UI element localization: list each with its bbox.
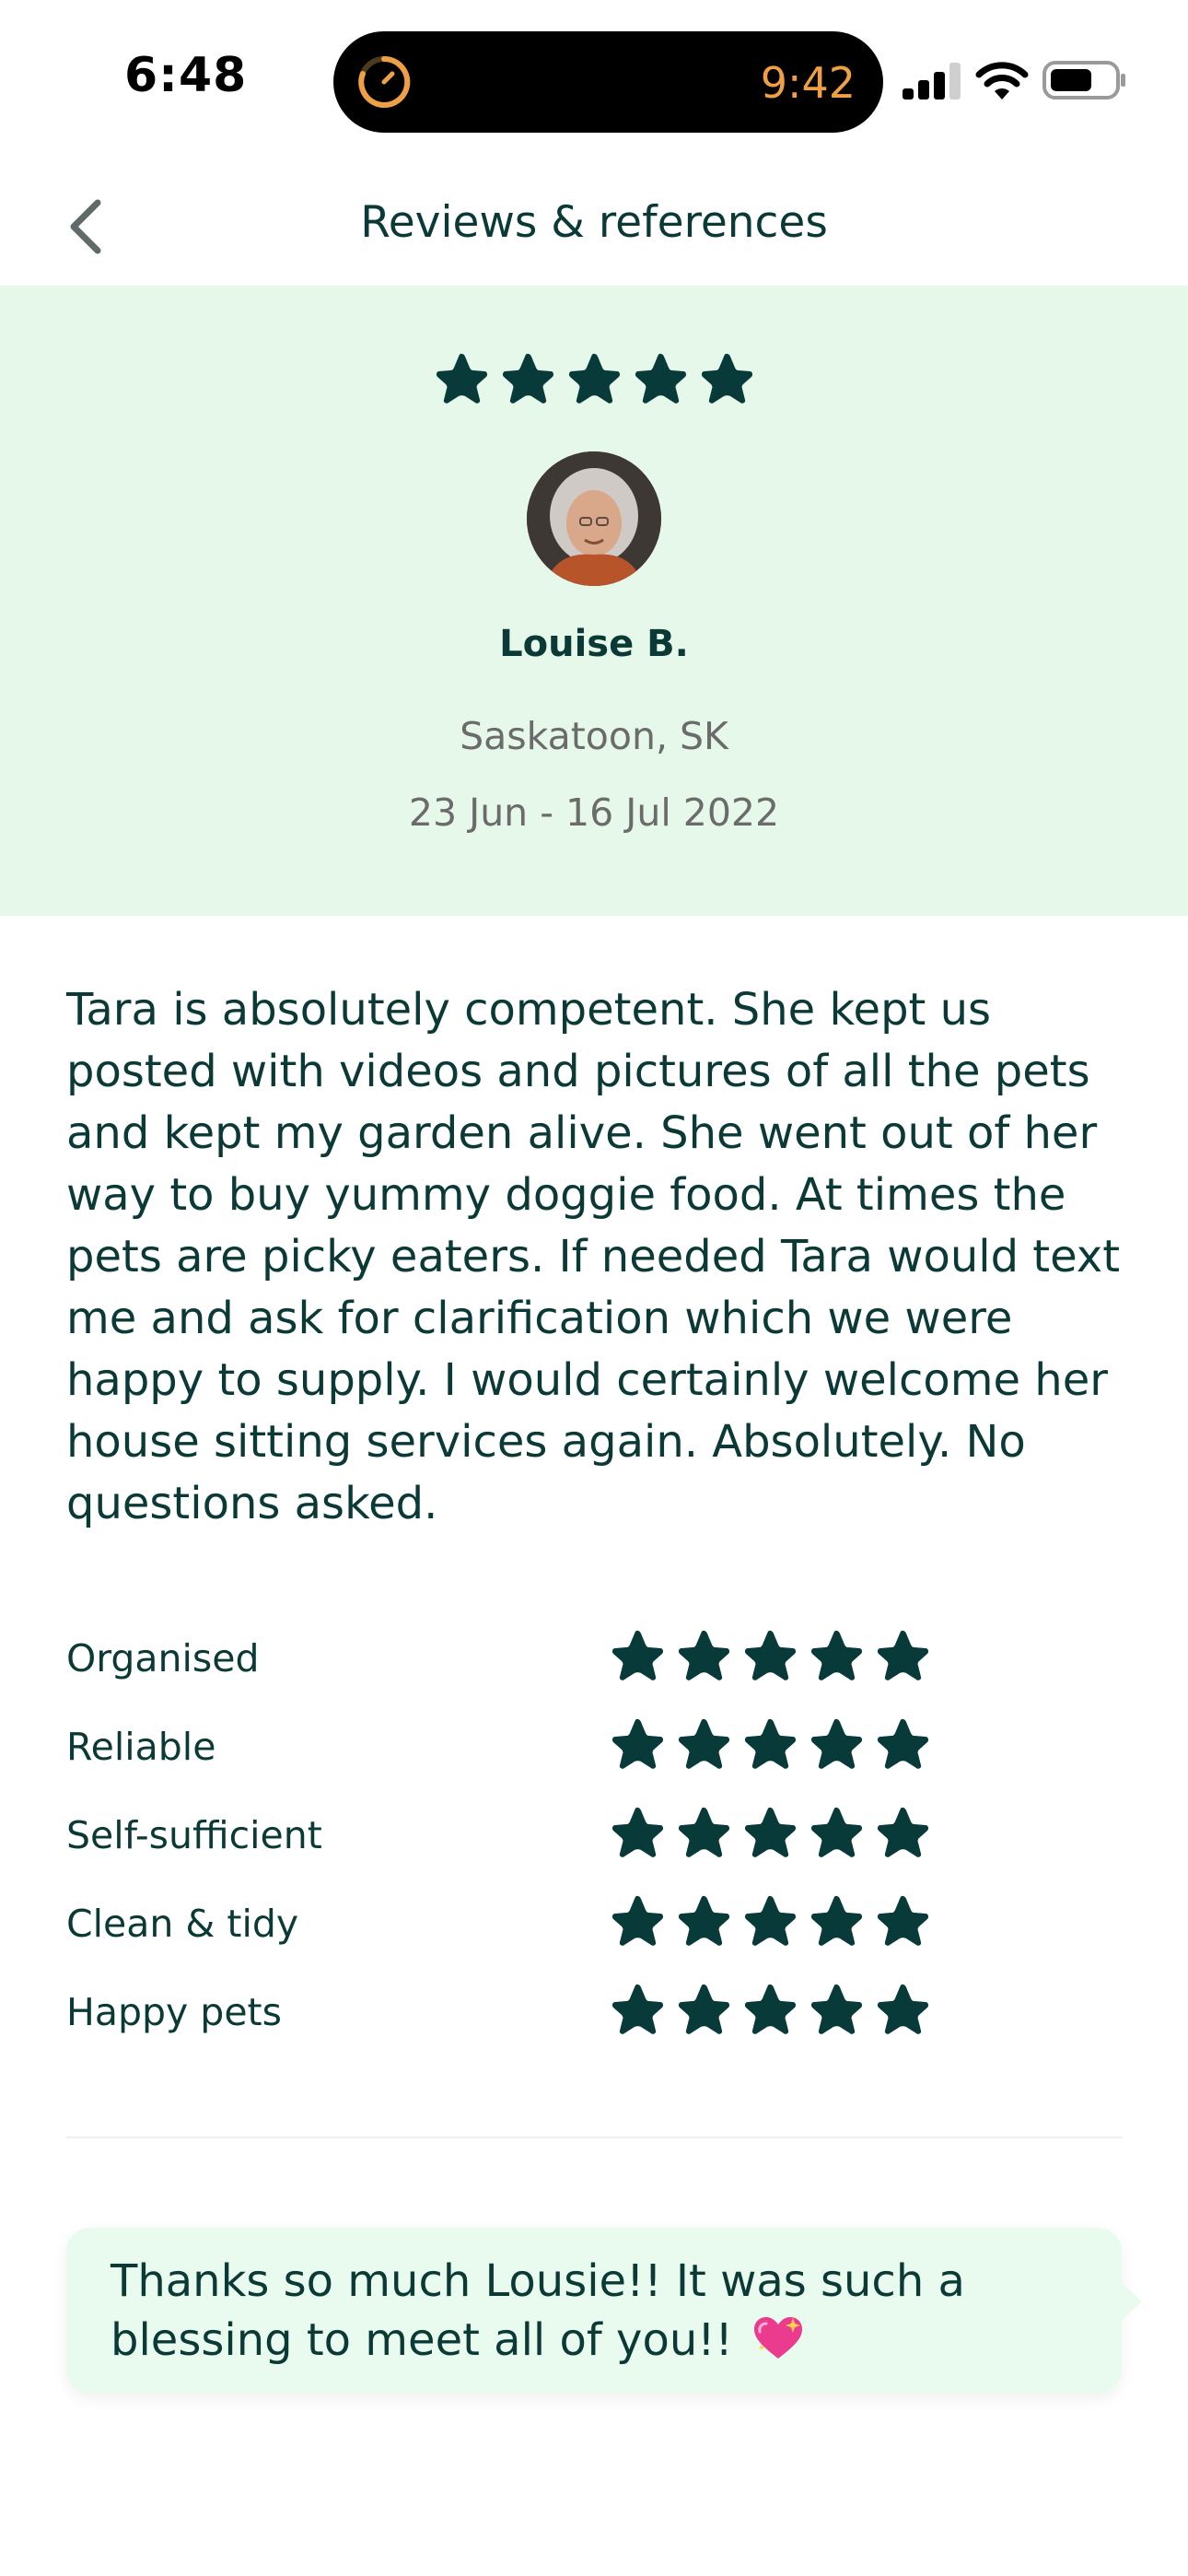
battery-icon bbox=[1042, 61, 1125, 100]
sparkling-heart-icon bbox=[754, 2317, 802, 2359]
rating-row: Reliable bbox=[66, 1715, 1122, 1804]
star-icon bbox=[877, 1896, 929, 1946]
star-icon bbox=[568, 354, 621, 404]
star-icon bbox=[877, 1631, 929, 1680]
status-time: 6:48 bbox=[124, 48, 248, 103]
star-icon bbox=[678, 1985, 730, 2034]
rating-stars bbox=[610, 1981, 930, 2036]
category-ratings: Organised Reliable Self-sufficient Clean & … bbox=[66, 1627, 1122, 2069]
star-icon bbox=[810, 1808, 863, 1857]
overall-rating-stars bbox=[0, 350, 1188, 405]
star-icon bbox=[678, 1719, 730, 1769]
rating-stars bbox=[610, 1804, 930, 1859]
star-icon bbox=[744, 1631, 797, 1680]
rating-label: Organised bbox=[66, 1636, 260, 1680]
dynamic-island[interactable]: 9:42 bbox=[333, 31, 883, 133]
reviewer-name: Louise B. bbox=[499, 623, 689, 665]
page-title: Reviews & references bbox=[360, 197, 828, 248]
rating-row: Happy pets bbox=[66, 1981, 1122, 2069]
star-icon bbox=[701, 354, 753, 404]
review-header-card: Louise B. Saskatoon, SK 23 Jun - 16 Jul … bbox=[0, 286, 1188, 916]
star-icon bbox=[877, 1985, 929, 2034]
rating-row: Clean & tidy bbox=[66, 1892, 1122, 1981]
star-icon bbox=[877, 1719, 929, 1769]
star-icon bbox=[502, 354, 554, 404]
timer-icon bbox=[358, 55, 411, 108]
rating-stars bbox=[610, 1715, 930, 1771]
rating-stars bbox=[610, 1892, 930, 1948]
star-icon bbox=[744, 1719, 797, 1769]
star-icon bbox=[611, 1719, 664, 1769]
star-icon bbox=[744, 1896, 797, 1946]
star-icon bbox=[678, 1808, 730, 1857]
star-icon bbox=[611, 1631, 664, 1680]
star-icon bbox=[744, 1808, 797, 1857]
wifi-icon bbox=[975, 62, 1029, 100]
star-icon bbox=[611, 1896, 664, 1946]
rating-row: Organised bbox=[66, 1627, 1122, 1715]
nav-header: Reviews & references bbox=[0, 157, 1188, 286]
star-icon bbox=[611, 1985, 664, 2034]
star-icon bbox=[436, 354, 488, 404]
reviews-screen: 6:48 9:42 Reviews & references Louise B.… bbox=[0, 0, 1188, 2576]
reply-message: Thanks so much Lousie!! It was such a bl… bbox=[111, 2252, 1087, 2370]
star-icon bbox=[611, 1808, 664, 1857]
star-icon bbox=[678, 1896, 730, 1946]
star-icon bbox=[678, 1631, 730, 1680]
rating-stars bbox=[610, 1627, 930, 1682]
star-icon bbox=[810, 1896, 863, 1946]
star-icon bbox=[810, 1719, 863, 1769]
star-icon bbox=[635, 354, 687, 404]
rating-label: Clean & tidy bbox=[66, 1902, 299, 1946]
rating-label: Happy pets bbox=[66, 1990, 282, 2034]
star-icon bbox=[877, 1808, 929, 1857]
rating-label: Self-sufficient bbox=[66, 1813, 322, 1857]
rating-label: Reliable bbox=[66, 1725, 216, 1769]
reviewer-avatar[interactable] bbox=[527, 451, 661, 586]
avatar-portrait-icon bbox=[527, 451, 661, 586]
star-icon bbox=[810, 1985, 863, 2034]
status-bar: 6:48 9:42 bbox=[0, 0, 1188, 157]
divider bbox=[66, 2137, 1122, 2138]
reviewer-location: Saskatoon, SK bbox=[460, 714, 728, 758]
island-timer-text: 9:42 bbox=[760, 58, 856, 108]
cellular-signal-icon bbox=[903, 63, 961, 100]
reply-text: Thanks so much Lousie!! It was such a bl… bbox=[111, 2255, 965, 2366]
reply-bubble: Thanks so much Lousie!! It was such a bl… bbox=[66, 2228, 1142, 2394]
star-icon bbox=[810, 1631, 863, 1680]
rating-row: Self-sufficient bbox=[66, 1804, 1122, 1892]
star-icon bbox=[744, 1985, 797, 2034]
review-text: Tara is absolutely competent. She kept u… bbox=[66, 984, 1121, 1529]
review-dates: 23 Jun - 16 Jul 2022 bbox=[408, 790, 780, 835]
